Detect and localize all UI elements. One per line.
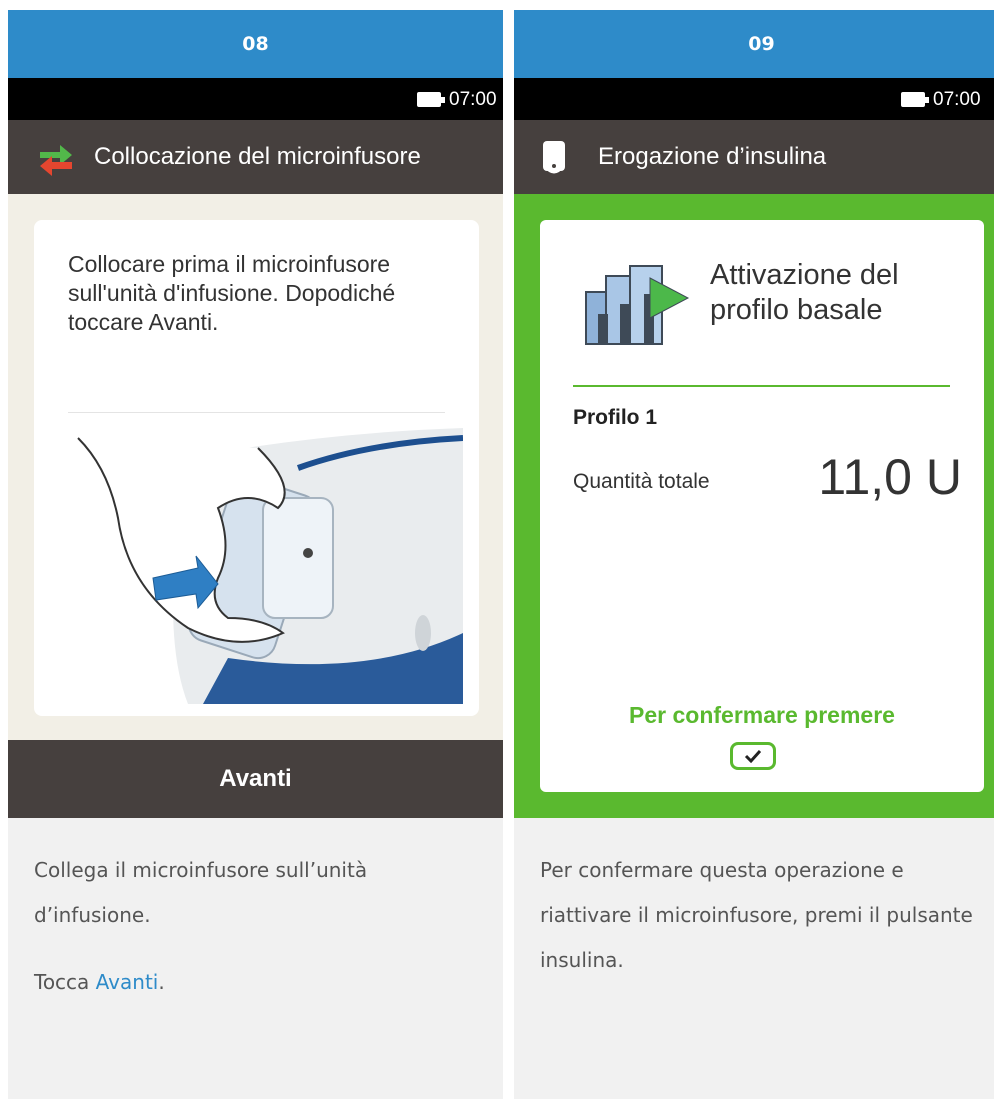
insulin-pump-icon [543,141,565,174]
screen-content: Collocare prima il microinfusore sull'un… [8,194,503,740]
battery-icon [901,92,929,107]
status-time: 07:00 [449,89,497,110]
step-number: 09 [748,33,775,55]
battery-icon [417,92,445,107]
message-card: Collocare prima il microinfusore sull'un… [34,220,479,716]
profile-name: Profilo 1 [573,406,658,429]
step-number-header: 09 [514,10,994,78]
total-amount-label: Quantità totale [573,470,710,493]
next-button[interactable]: Avanti [8,740,503,818]
step-number: 08 [242,33,269,55]
confirmation-title: Attivazione del profilo basale [710,258,899,329]
instruction-message: Collocare prima il microinfusore sull'un… [68,251,396,335]
pump-placement-illustration [77,428,463,704]
step-number-header: 08 [8,10,503,78]
basal-profile-play-icon [585,265,690,345]
next-button-label: Avanti [219,765,292,792]
total-amount-value: 11,0 U [818,449,962,505]
confirm-hint: Per confermare premere [629,702,895,728]
confirmation-title-line: Attivazione del [710,259,899,291]
avanti-link[interactable]: Avanti [96,970,159,994]
status-time: 07:00 [933,89,981,110]
status-bar: 07:00 [8,78,503,120]
confirmation-title-line: profilo basale [710,294,883,327]
description-text: Tocca [34,970,96,994]
divider [68,412,445,413]
step-description: Collega il microinfusore sull’unità d’in… [34,848,483,1027]
screen-title: Erogazione d’insulina [598,143,827,170]
screen-title-bar: Collocazione del microinfusore [8,120,503,194]
screen-title-bar: Erogazione d’insulina [514,120,994,194]
confirmation-card: Attivazione del profilo basale Profilo 1… [540,220,984,792]
step-description: Per confermare questa operazione e riatt… [540,858,973,972]
step-panel-08: 08 07:00 Collocazione del microinfusore … [8,10,503,1099]
screen-title: Collocazione del microinfusore [94,143,421,170]
check-icon[interactable] [730,742,776,770]
swap-arrows-icon [40,145,72,176]
status-bar: 07:00 [514,78,994,120]
step-panel-09: 09 07:00 Erogazione d’insulina Attivazio… [514,10,994,1099]
description-action: Tocca Avanti. [34,960,483,1005]
screen-content: Attivazione del profilo basale Profilo 1… [514,194,994,818]
description-text: . [158,970,165,994]
divider [573,385,950,387]
description-line: Collega il microinfusore sull’unità d’in… [34,858,368,927]
